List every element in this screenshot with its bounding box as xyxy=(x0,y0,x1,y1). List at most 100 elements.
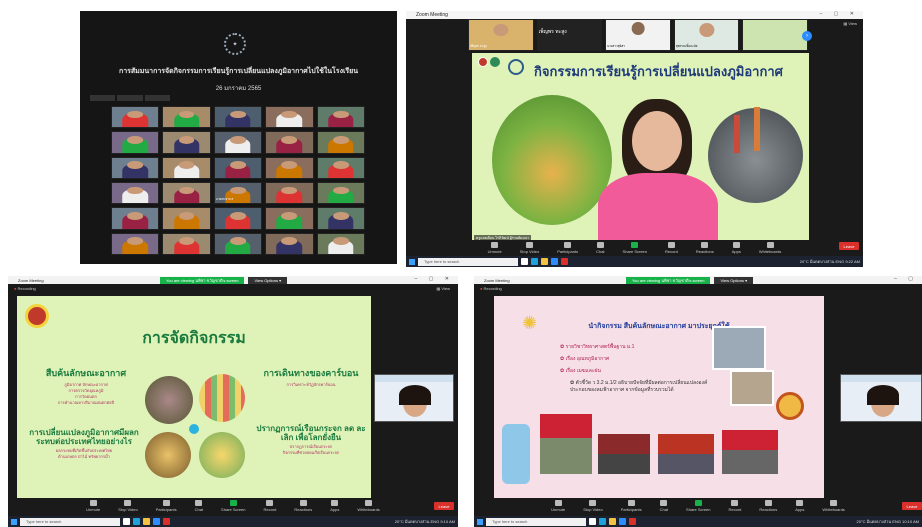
thumb-tile[interactable] xyxy=(742,19,808,51)
view-options-button[interactable]: View Options ▾ xyxy=(248,277,288,284)
leave-button[interactable]: Leave xyxy=(434,502,454,510)
participant-tile[interactable] xyxy=(111,182,160,205)
acrobat-icon[interactable] xyxy=(629,518,636,525)
participant-tile[interactable] xyxy=(213,207,263,230)
participant-tile[interactable] xyxy=(162,182,211,205)
apps-button[interactable]: Apps xyxy=(330,499,339,512)
shared-slide: การจัดกิจกรรม สืบค้นลักษณะอากาศ ภูมิอากา… xyxy=(17,296,371,498)
participant-tile[interactable] xyxy=(111,207,160,230)
apps-button[interactable]: Apps xyxy=(795,499,804,512)
participants-button[interactable]: Participants xyxy=(156,499,177,512)
stop-video-button[interactable]: Stop Video xyxy=(583,499,603,512)
taskview-icon[interactable] xyxy=(589,518,596,525)
whiteboards-button[interactable]: Whiteboards xyxy=(357,499,380,512)
acrobat-icon[interactable] xyxy=(561,258,568,265)
explorer-icon[interactable] xyxy=(541,258,548,265)
zoom-icon[interactable] xyxy=(551,258,558,265)
thumb-tile[interactable]: เพ็ญพร ทะสูง xyxy=(536,19,603,51)
window-controls[interactable]: – ▢ xyxy=(894,276,918,282)
acrobat-icon[interactable] xyxy=(163,518,170,525)
participant-tile[interactable] xyxy=(265,182,314,205)
participant-tile[interactable] xyxy=(162,106,211,129)
apps-button[interactable]: Apps xyxy=(732,242,741,254)
participant-tile[interactable] xyxy=(265,131,314,154)
stop-video-button[interactable]: Stop Video xyxy=(118,499,138,512)
participant-tile[interactable] xyxy=(162,207,211,230)
reactions-button[interactable]: Reactions xyxy=(294,499,312,512)
leave-button[interactable]: Leave xyxy=(839,242,859,250)
record-button[interactable]: Record xyxy=(729,499,741,512)
unmute-button[interactable]: Unmute xyxy=(551,499,565,512)
explorer-icon[interactable] xyxy=(609,518,616,525)
edge-icon[interactable] xyxy=(599,518,606,525)
scroll-decoration xyxy=(502,424,530,484)
view-button[interactable]: ▦ View xyxy=(844,21,858,26)
record-button[interactable]: Record xyxy=(264,499,276,512)
participants-button[interactable]: Participants xyxy=(557,242,578,254)
whiteboards-button[interactable]: Whiteboards xyxy=(822,499,845,512)
leave-button[interactable]: Leave xyxy=(902,502,922,510)
view-options-button[interactable]: View Options ▾ xyxy=(714,277,754,284)
share-screen-button[interactable]: Share Screen xyxy=(686,499,711,512)
taskbar-search-input[interactable]: Type here to search xyxy=(418,257,518,266)
window-controls[interactable]: – ▢ ✕ xyxy=(415,276,454,282)
participant-tile[interactable] xyxy=(162,131,211,154)
participant-tile[interactable] xyxy=(213,156,263,179)
participant-tile[interactable] xyxy=(316,131,365,154)
participant-tile[interactable] xyxy=(213,106,263,129)
participant-tile[interactable] xyxy=(316,232,365,255)
stop-video-button[interactable]: Stop Video xyxy=(520,242,539,254)
zoom-icon[interactable] xyxy=(153,518,160,525)
participant-tile[interactable] xyxy=(265,207,314,230)
participant-tile[interactable] xyxy=(213,232,263,255)
record-button[interactable]: Record xyxy=(665,242,678,254)
windows-start-icon[interactable] xyxy=(11,518,17,525)
zoom-controls: Unmute Stop Video Participants Chat Shar… xyxy=(474,498,922,513)
unmute-button[interactable]: Unmute xyxy=(488,242,502,254)
participant-tile[interactable]: นายสมชาย ส xyxy=(213,182,263,205)
taskbar-search-input[interactable]: Type here to search xyxy=(20,517,120,526)
unmute-button[interactable]: Unmute xyxy=(86,499,100,512)
participant-tile[interactable] xyxy=(316,207,365,230)
taskview-icon[interactable] xyxy=(123,518,130,525)
reactions-button[interactable]: Reactions xyxy=(696,242,714,254)
windows-start-icon[interactable] xyxy=(477,518,483,525)
participant-tile[interactable] xyxy=(111,131,160,154)
participant-tile[interactable] xyxy=(162,156,211,179)
thumb-tile[interactable]: สุพรรณ ยิ้มละมัย xyxy=(673,19,740,51)
participant-tile[interactable] xyxy=(111,232,160,255)
thumb-tile[interactable]: นางสาวสุนิสา xyxy=(605,19,671,51)
share-screen-button[interactable]: Share Screen xyxy=(221,499,246,512)
participant-tile[interactable] xyxy=(213,131,263,154)
chat-button[interactable]: Chat xyxy=(660,499,668,512)
participant-tile[interactable] xyxy=(316,156,365,179)
zoom-icon[interactable] xyxy=(619,518,626,525)
participant-tile[interactable] xyxy=(162,232,211,255)
explorer-icon[interactable] xyxy=(143,518,150,525)
window-controls[interactable]: – ▢ ✕ xyxy=(820,11,859,17)
reactions-button[interactable]: Reactions xyxy=(759,499,777,512)
participant-tile[interactable] xyxy=(111,156,160,179)
share-screen-button[interactable]: Share Screen xyxy=(623,242,647,254)
chat-button[interactable]: Chat xyxy=(195,499,203,512)
taskview-icon[interactable] xyxy=(521,258,528,265)
thumb-tile[interactable]: เพ็ญพร ทะสูง xyxy=(468,19,534,51)
view-button[interactable]: ▦ View xyxy=(437,286,459,291)
edge-icon[interactable] xyxy=(133,518,140,525)
participant-tile[interactable] xyxy=(316,182,365,205)
edge-icon[interactable] xyxy=(531,258,538,265)
screen-share-banner: You are viewing นพิชา ขวัญชาติ's screen … xyxy=(160,277,288,284)
presenter-thumbnail[interactable] xyxy=(840,374,922,422)
participant-tile[interactable] xyxy=(265,156,314,179)
next-page-icon[interactable]: › xyxy=(802,31,812,41)
participant-tile[interactable] xyxy=(265,106,314,129)
participant-tile[interactable] xyxy=(316,106,365,129)
participants-button[interactable]: Participants xyxy=(621,499,642,512)
participant-tile[interactable] xyxy=(265,232,314,255)
whiteboards-button[interactable]: Whiteboards xyxy=(759,242,781,254)
presenter-thumbnail[interactable] xyxy=(374,374,454,422)
chat-button[interactable]: Chat xyxy=(596,242,605,254)
participant-tile[interactable] xyxy=(111,106,160,129)
windows-start-icon[interactable] xyxy=(409,258,415,265)
taskbar-search-input[interactable]: Type here to search xyxy=(486,517,586,526)
